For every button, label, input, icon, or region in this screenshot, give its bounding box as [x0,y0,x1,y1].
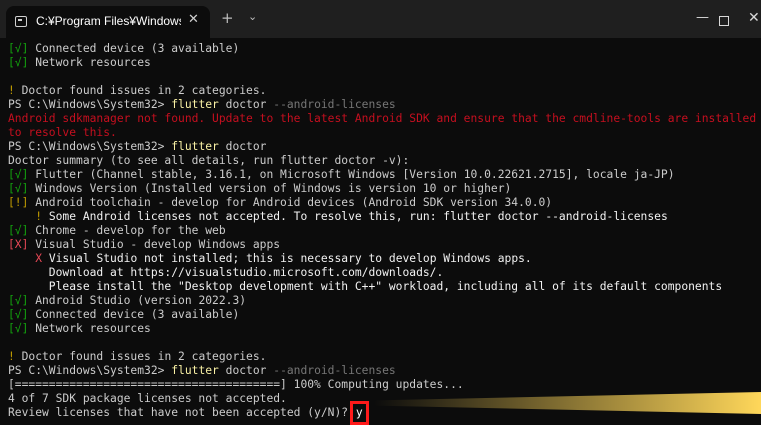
terminal-text: PS C:\Windows\System32> [8,364,172,377]
terminal-text: Visual Studio not installed; this is nec… [42,252,532,265]
terminal-line: Android sdkmanager not found. Update to … [8,112,761,126]
terminal-text: Chrome - develop for the web [28,224,226,237]
terminal-text: [√] [8,182,29,195]
terminal-text: [√] [8,42,29,55]
new-tab-button[interactable]: + [221,9,234,27]
terminal-text: Network resources [28,56,151,69]
terminal-text: flutter [171,364,219,377]
terminal-line: Doctor summary (to see all details, run … [8,154,761,168]
terminal-text: Windows Version (Installed version of Wi… [28,182,512,195]
tab-dropdown-chevron-icon[interactable]: ⌄ [248,10,257,23]
terminal-text: Download at https://visualstudio.microso… [8,266,444,279]
maximize-button[interactable] [719,16,729,26]
terminal-line: [√] Chrome - develop for the web [8,224,761,238]
terminal-text: [√] [8,294,29,307]
terminal-text: PS C:\Windows\System32> [8,140,172,153]
terminal-line: Download at https://visualstudio.microso… [8,266,761,280]
terminal-line: [√] Windows Version (Installed version o… [8,182,761,196]
terminal-line: PS C:\Windows\System32> flutter doctor [8,140,761,154]
terminal-text: [√] [8,322,29,335]
terminal-line: [=======================================… [8,378,761,392]
terminal-text: [√] [8,168,29,181]
terminal-text: Visual Studio - develop Windows apps [28,238,281,251]
terminal-text: Doctor summary (to see all details, run … [8,154,410,167]
terminal-text: ! [8,84,15,97]
terminal-text: [√] [8,56,29,69]
terminal-line: [√] Network resources [8,322,761,336]
terminal-line: [√] Connected device (3 available) [8,42,761,56]
terminal-line: Please install the "Desktop development … [8,280,761,294]
minimize-button[interactable]: — [696,10,709,25]
terminal-line: X Visual Studio not installed; this is n… [8,252,761,266]
terminal-line: PS C:\Windows\System32> flutter doctor -… [8,98,761,112]
terminal-text: Android toolchain - develop for Android … [28,196,553,209]
terminal-text: Doctor found issues in 2 categories. [14,84,267,97]
terminal-line: PS C:\Windows\System32> flutter doctor -… [8,364,761,378]
terminal-text: --android-licenses [273,98,396,111]
terminal-text: to resolve this. [8,126,117,139]
typed-answer[interactable]: y [349,401,369,425]
terminal-text: Network resources [28,322,151,335]
terminal-output[interactable]: [√] Connected device (3 available) [√] Ne… [0,38,761,425]
terminal-line: to resolve this. [8,126,761,140]
close-window-button[interactable]: ✕ [748,10,760,26]
terminal-line: [√] Android Studio (version 2022.3) [8,294,761,308]
terminal-text: Connected device (3 available) [28,308,240,321]
terminal-text: 4 of 7 SDK package licenses not accepted… [8,392,287,405]
terminal-text: X [35,252,43,265]
terminal-text: Flutter (Channel stable, 3.16.1, on Micr… [28,168,675,181]
terminal-line: [X] Visual Studio - develop Windows apps [8,238,761,252]
terminal-line: ! Doctor found issues in 2 categories. [8,84,761,98]
terminal-text: doctor [218,364,274,377]
terminal-text: ! [35,210,43,223]
terminal-text: ! [8,350,15,363]
terminal-text: doctor [218,140,267,153]
terminal-text: Some Android licenses not accepted. To r… [42,210,668,223]
tab-close-icon[interactable]: ✕ [188,12,199,27]
terminal-line: [√] Network resources [8,56,761,70]
title-bar: C:¥Program Files¥WindowsAp ✕ + ⌄ — ✕ [0,0,761,38]
terminal-text: Doctor found issues in 2 categories. [14,350,267,363]
terminal-text: flutter [171,140,219,153]
terminal-text: flutter [171,98,219,111]
terminal-text: [!] [8,196,29,209]
terminal-line: ! Doctor found issues in 2 categories. [8,350,761,364]
terminal-icon [15,16,27,27]
terminal-text: [√] [8,224,29,237]
tab-title: C:¥Program Files¥WindowsAp [36,14,181,28]
license-prompt-text: Review licenses that have not been accep… [8,406,355,419]
terminal-text: [√] [8,308,29,321]
terminal-text: --android-licenses [273,364,396,377]
terminal-text: doctor [218,98,274,111]
terminal-text: Connected device (3 available) [28,42,240,55]
terminal-line: [√] Flutter (Channel stable, 3.16.1, on … [8,168,761,182]
terminal-text: Please install the "Desktop development … [8,280,723,293]
terminal-line: [!] Android toolchain - develop for Andr… [8,196,761,210]
terminal-tab[interactable]: C:¥Program Files¥WindowsAp ✕ [6,6,210,38]
terminal-line: [√] Connected device (3 available) [8,308,761,322]
terminal-text: [X] [8,238,29,251]
terminal-line: ! Some Android licenses not accepted. To… [8,210,761,224]
terminal-text: PS C:\Windows\System32> [8,98,172,111]
terminal-text: Android sdkmanager not found. Update to … [8,112,757,125]
terminal-text: Android Studio (version 2022.3) [28,294,247,307]
terminal-text: [=======================================… [8,378,464,391]
